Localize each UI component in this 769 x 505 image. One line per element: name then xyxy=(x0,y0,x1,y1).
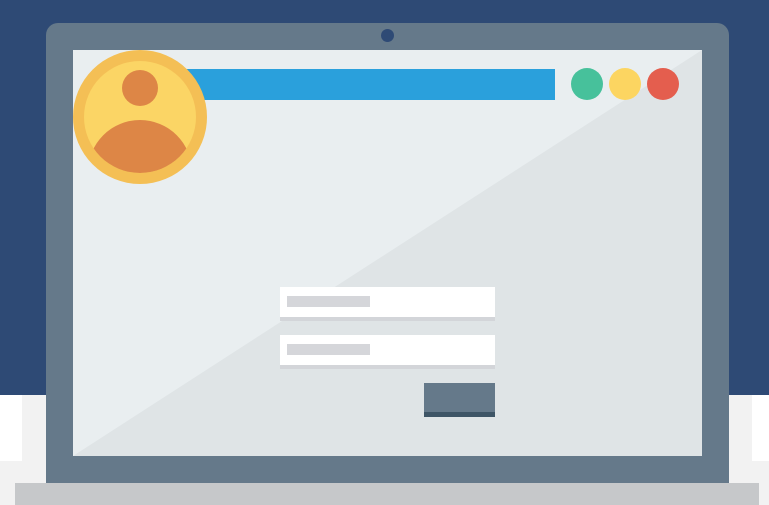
user-avatar-icon xyxy=(73,50,207,184)
laptop-base xyxy=(15,483,759,505)
password-field[interactable] xyxy=(280,335,495,369)
username-field[interactable] xyxy=(280,287,495,321)
maximize-button[interactable] xyxy=(609,68,641,100)
background-gap-right xyxy=(752,395,769,461)
password-placeholder xyxy=(287,344,370,355)
username-placeholder xyxy=(287,296,370,307)
background-gap-left xyxy=(0,395,22,461)
laptop-screen xyxy=(73,50,702,456)
login-button[interactable] xyxy=(424,383,495,417)
login-illustration xyxy=(0,0,769,505)
webcam-icon xyxy=(381,29,394,42)
minimize-button[interactable] xyxy=(571,68,603,100)
close-button[interactable] xyxy=(647,68,679,100)
